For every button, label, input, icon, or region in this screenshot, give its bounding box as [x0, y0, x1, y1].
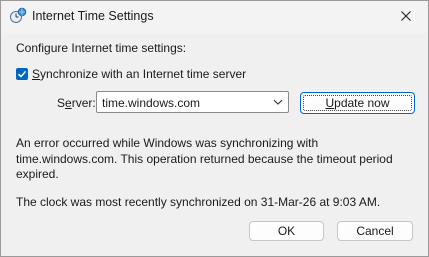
chevron-down-icon[interactable]	[272, 96, 284, 108]
sync-checkbox-row[interactable]: Synchronize with an Internet time server	[16, 67, 246, 81]
title-bar: Internet Time Settings	[1, 1, 428, 33]
clock-globe-icon	[9, 7, 27, 25]
server-mnemonic: e	[65, 96, 72, 110]
internet-time-settings-dialog: Internet Time Settings Configure Interne…	[0, 0, 429, 257]
server-combobox[interactable]: time.windows.com	[96, 91, 289, 113]
window-title: Internet Time Settings	[32, 9, 154, 23]
last-sync-text: The clock was most recently synchronized…	[16, 195, 381, 209]
cancel-button[interactable]: Cancel	[337, 221, 413, 241]
close-button[interactable]	[384, 1, 428, 32]
ok-button[interactable]: OK	[249, 221, 324, 241]
sync-label-rest: ynchronize with an Internet time server	[40, 67, 247, 81]
sync-checkbox[interactable]	[16, 68, 28, 80]
server-label-prefix: S	[57, 96, 66, 110]
focus-ring	[303, 95, 412, 111]
close-icon	[401, 10, 411, 24]
intro-text: Configure Internet time settings:	[16, 41, 187, 55]
server-label-suffix: rver:	[71, 96, 96, 110]
error-message: An error occurred while Windows was sync…	[16, 136, 393, 181]
server-value: time.windows.com	[102, 96, 201, 110]
checkmark-icon	[17, 70, 27, 78]
update-now-button[interactable]: Update now	[300, 92, 415, 114]
sync-checkbox-label[interactable]: Synchronize with an Internet time server	[32, 67, 246, 81]
sync-mnemonic: S	[32, 67, 41, 81]
server-label: Server:	[57, 96, 96, 110]
